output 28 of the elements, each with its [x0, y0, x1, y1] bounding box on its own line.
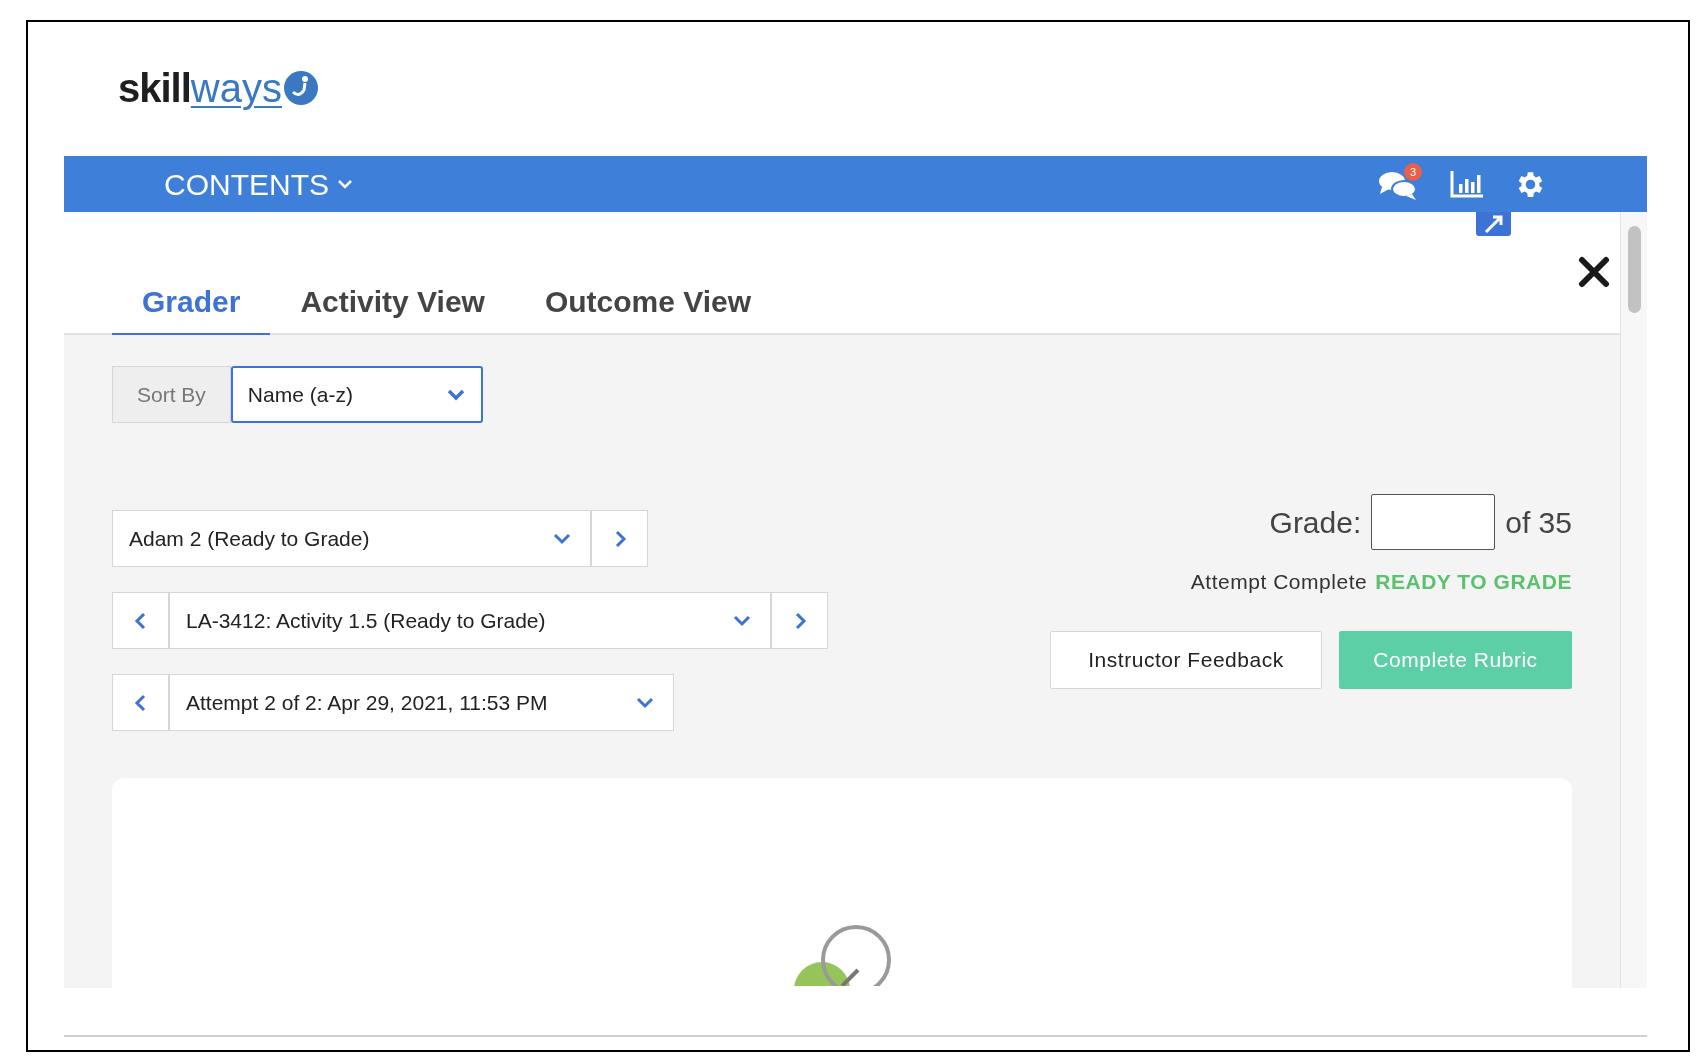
- next-button[interactable]: [591, 510, 648, 567]
- close-icon[interactable]: [1578, 256, 1610, 288]
- tab[interactable]: Outcome View: [514, 279, 782, 335]
- contents-menu[interactable]: CONTENTS: [164, 161, 353, 207]
- previous-button[interactable]: [112, 592, 169, 649]
- grade-input[interactable]: [1371, 494, 1496, 550]
- diagonal-arrow-icon: [1482, 214, 1505, 234]
- select-dropdown[interactable]: Adam 2 (Ready to Grade): [112, 510, 591, 567]
- chat-icon: [1378, 169, 1418, 201]
- select-dropdown[interactable]: Attempt 2 of 2: Apr 29, 2021, 11:53 PM: [169, 674, 674, 731]
- tab[interactable]: Activity View: [270, 279, 515, 335]
- edit-button[interactable]: [1476, 212, 1511, 236]
- attempt-status: Attempt Complete: [1190, 569, 1368, 595]
- previous-button[interactable]: [112, 674, 169, 731]
- notification-badge: 3: [1404, 163, 1422, 181]
- sort-label: Sort By: [112, 366, 231, 423]
- scrollbar-thumb[interactable]: [1627, 226, 1641, 313]
- feedback-button[interactable]: Instructor Feedback: [1050, 630, 1322, 689]
- select-dropdown[interactable]: LA-3412: Activity 1.5 (Ready to Grade): [169, 592, 771, 649]
- bar-chart-icon[interactable]: [1450, 170, 1484, 198]
- chevron-down-icon: [445, 387, 466, 402]
- chevron-down-icon: [337, 178, 353, 190]
- grading-status: READY TO GRADE: [1375, 569, 1572, 595]
- logo: skillways: [118, 58, 319, 118]
- grade-label: Grade:: [1269, 504, 1362, 541]
- next-button[interactable]: [771, 592, 828, 649]
- sort-dropdown[interactable]: Name (a-z): [230, 366, 483, 423]
- grade-total: of 35: [1505, 504, 1572, 541]
